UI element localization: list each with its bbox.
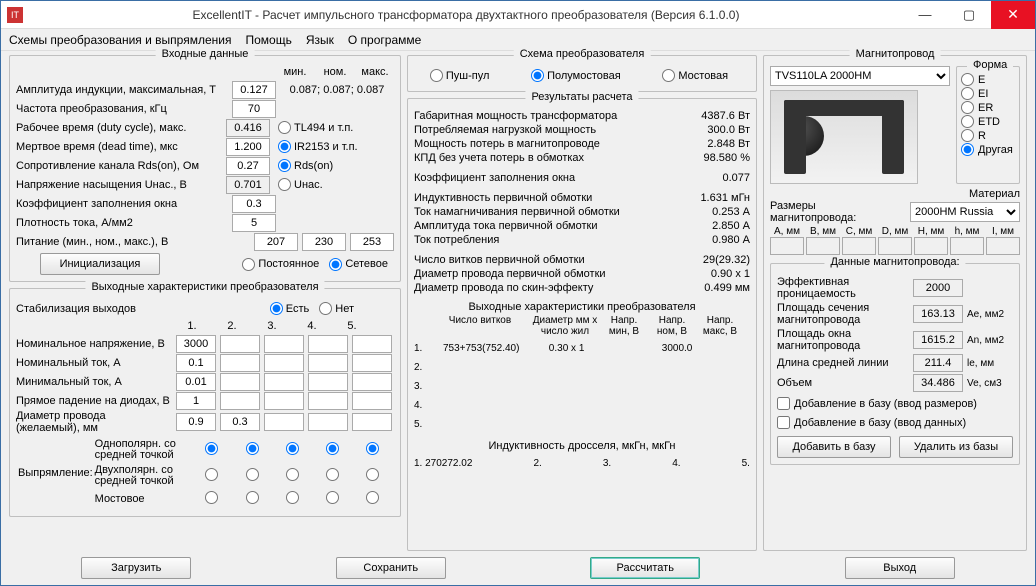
duty-input[interactable] — [226, 119, 270, 137]
supply-max[interactable] — [350, 233, 394, 251]
add-db-button[interactable]: Добавить в базу — [777, 436, 891, 458]
shape-r[interactable] — [961, 129, 974, 142]
minimize-button[interactable]: — — [903, 1, 947, 29]
core-panel: Магнитопровод TVS110LA 2000HM Форма E EI — [763, 55, 1027, 551]
core-select[interactable]: TVS110LA 2000HM — [770, 66, 950, 86]
input-panel: Входные данные мин. ном. макс. Амплитуда… — [9, 55, 401, 282]
dwire-1[interactable] — [176, 413, 216, 431]
titlebar: IT ExcellentIT - Расчет импульсного тран… — [1, 1, 1035, 29]
shape-etd[interactable] — [961, 115, 974, 128]
del-db-button[interactable]: Удалить из базы — [899, 436, 1013, 458]
an-input[interactable] — [913, 331, 963, 349]
radio-unas[interactable] — [278, 178, 291, 191]
amp-b-input[interactable] — [232, 81, 276, 99]
core-data-panel: Данные магнитопровода: Эффективная прони… — [770, 263, 1020, 465]
shape-panel: Форма E EI ER ETD R Другая — [956, 66, 1020, 184]
le-input[interactable] — [913, 354, 963, 372]
radio-rdson[interactable] — [278, 159, 291, 172]
menu-lang[interactable]: Язык — [306, 33, 334, 47]
scheme-panel: Схема преобразователя Пуш-пул Полумостов… — [407, 55, 757, 92]
close-button[interactable]: ✕ — [991, 1, 1035, 29]
radio-tl494[interactable] — [278, 121, 291, 134]
jdens-input[interactable] — [232, 214, 276, 232]
radio-stab-yes[interactable] — [270, 302, 283, 315]
chk-add-dim[interactable] — [777, 397, 790, 410]
radio-full[interactable] — [662, 69, 675, 82]
dim-A[interactable] — [770, 237, 804, 255]
amp-b-label: Амплитуда индукции, максимальная, Т — [16, 84, 228, 96]
ae-input[interactable] — [913, 305, 963, 323]
dead-input[interactable] — [226, 138, 270, 156]
menu-help[interactable]: Помощь — [245, 33, 291, 47]
results-panel: Результаты расчета Габаритная мощность т… — [407, 98, 757, 551]
dwire-2[interactable] — [220, 413, 260, 431]
calc-button[interactable]: Рассчитать — [590, 557, 700, 579]
load-button[interactable]: Загрузить — [81, 557, 191, 579]
perm-input[interactable] — [913, 279, 963, 297]
core-image — [770, 90, 918, 184]
menu-about[interactable]: О программе — [348, 33, 421, 47]
shape-other[interactable] — [961, 143, 974, 156]
shape-er[interactable] — [961, 101, 974, 114]
imin-1[interactable] — [176, 373, 216, 391]
save-button[interactable]: Сохранить — [336, 557, 446, 579]
shape-ei[interactable] — [961, 87, 974, 100]
vdrop-1[interactable] — [176, 392, 216, 410]
menu-schemes[interactable]: Схемы преобразования и выпрямления — [9, 33, 231, 47]
radio-push[interactable] — [430, 69, 443, 82]
radio-half[interactable] — [531, 69, 544, 82]
material-select[interactable]: 2000HM Russia — [910, 202, 1020, 222]
vnom-1[interactable] — [176, 335, 216, 353]
supply-nom[interactable] — [302, 233, 346, 251]
supply-min[interactable] — [254, 233, 298, 251]
radio-const[interactable] — [242, 258, 255, 271]
freq-input[interactable] — [232, 100, 276, 118]
radio-stab-no[interactable] — [319, 302, 332, 315]
shape-e[interactable] — [961, 73, 974, 86]
radio-mains[interactable] — [329, 258, 342, 271]
output-char-panel: Выходные характеристики преобразователя … — [9, 288, 401, 517]
app-icon: IT — [7, 7, 23, 23]
rect1-a[interactable] — [205, 442, 218, 455]
input-panel-title: Входные данные — [156, 48, 255, 60]
chk-add-data[interactable] — [777, 416, 790, 429]
radio-ir2153[interactable] — [278, 140, 291, 153]
ve-input[interactable] — [913, 374, 963, 392]
maximize-button[interactable]: ▢ — [947, 1, 991, 29]
exit-button[interactable]: Выход — [845, 557, 955, 579]
init-button[interactable]: Инициализация — [40, 253, 160, 275]
inom-1[interactable] — [176, 354, 216, 372]
rect2-a[interactable] — [246, 442, 259, 455]
rds-input[interactable] — [226, 157, 270, 175]
unas-input[interactable] — [226, 176, 270, 194]
kfill-input[interactable] — [232, 195, 276, 213]
window-title: ExcellentIT - Расчет импульсного трансфо… — [29, 8, 903, 22]
